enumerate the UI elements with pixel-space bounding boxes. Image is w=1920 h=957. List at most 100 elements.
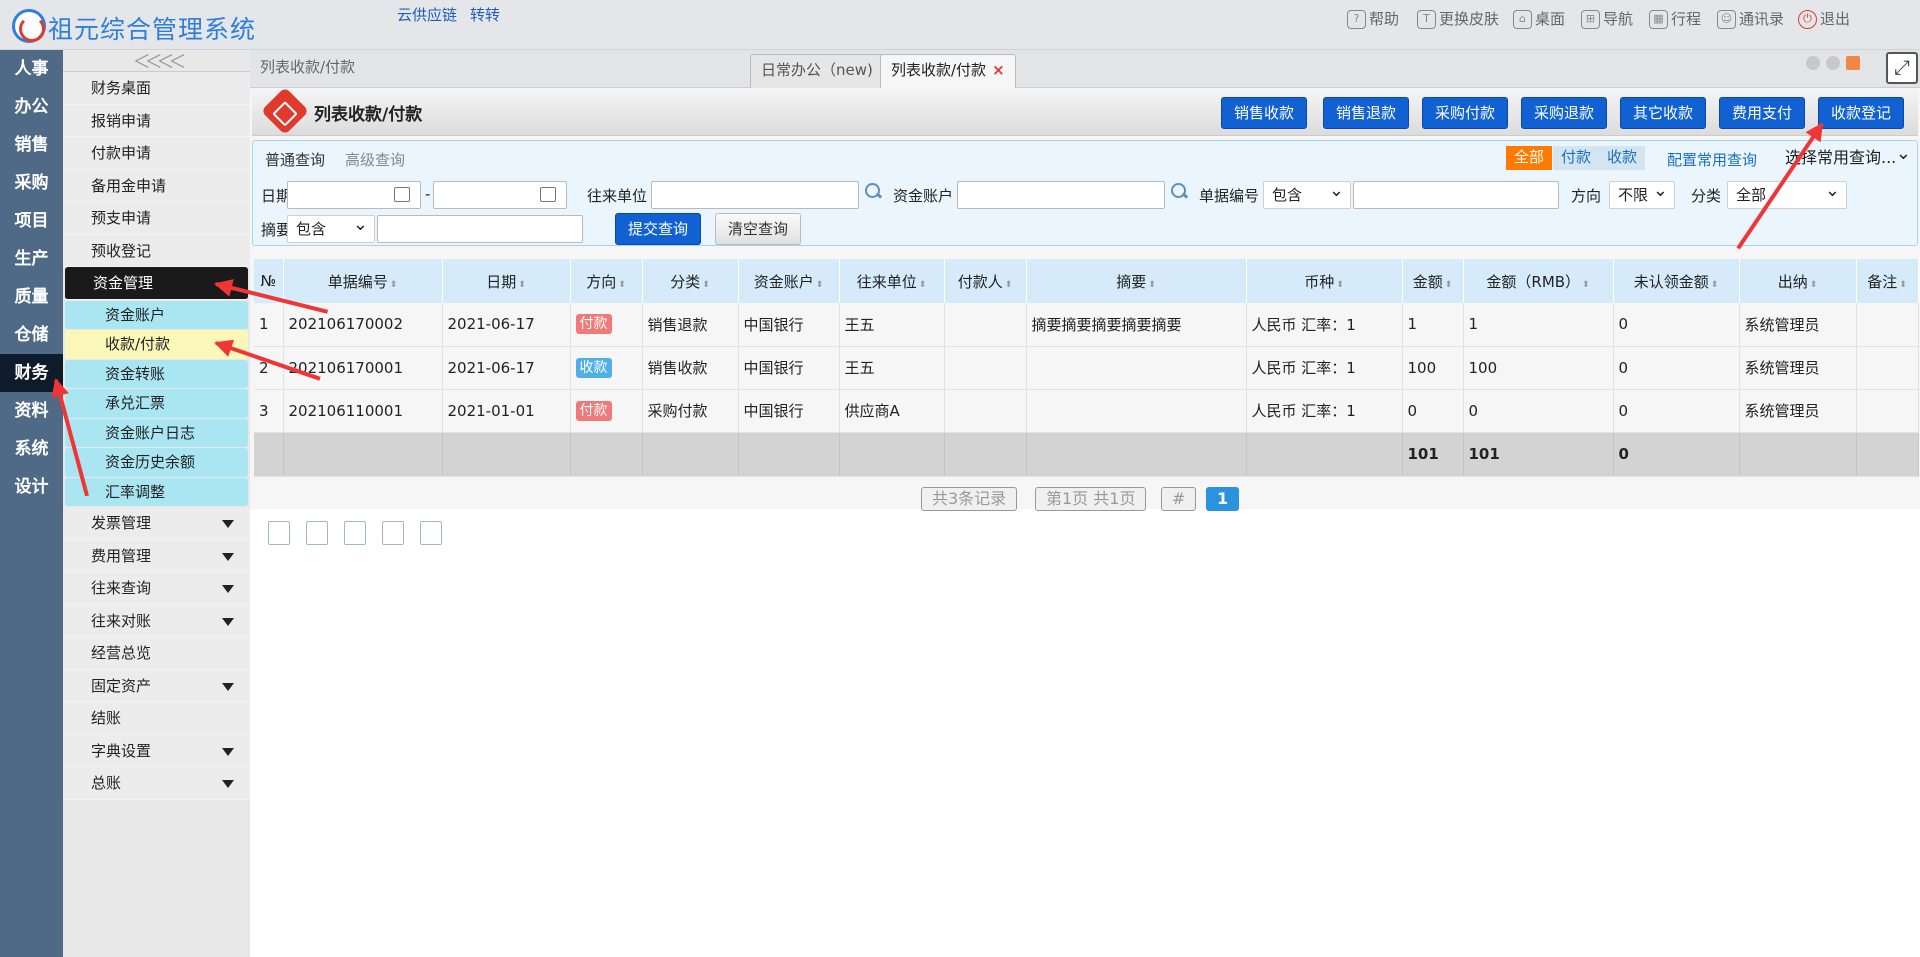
side-menu-item[interactable]: 备用金申请 <box>63 169 250 202</box>
column-header[interactable]: 日期 ⬍ <box>442 259 571 303</box>
module-nav-item[interactable]: 质量 <box>0 278 63 316</box>
filter-receipt[interactable]: 收款 <box>1599 146 1646 170</box>
module-nav-item[interactable]: 销售 <box>0 126 63 164</box>
clear-query-button[interactable]: 清空查询 <box>715 213 802 245</box>
collapse-menu-icon[interactable]: ＜＜ ＜＜ <box>63 50 250 73</box>
date-to-input[interactable] <box>433 181 567 209</box>
column-header[interactable]: 出纳 ⬍ <box>1739 259 1857 303</box>
account-search-icon[interactable] <box>1171 183 1189 201</box>
calendar-icon[interactable] <box>540 187 556 202</box>
side-menu-item[interactable]: 经营总览 <box>63 637 250 670</box>
summary-input[interactable] <box>377 215 583 243</box>
date-from-input[interactable] <box>287 181 421 209</box>
change-skin-button[interactable]: T 更换皮肤 <box>1417 8 1499 30</box>
summary-operator-select[interactable]: 包含 <box>287 212 375 243</box>
column-header[interactable]: 单据编号 ⬍ <box>283 259 443 303</box>
other-receipt-button[interactable]: 其它收款 <box>1620 97 1707 129</box>
side-menu-subitem[interactable]: 资金历史余额 <box>65 448 248 477</box>
tab-next-icon[interactable] <box>1826 56 1840 70</box>
side-menu-subitem[interactable]: 汇率调整 <box>65 477 248 506</box>
export-icon[interactable] <box>420 521 442 545</box>
module-nav-item[interactable]: 设计 <box>0 468 63 506</box>
sales-receipt-button[interactable]: 销售收款 <box>1221 97 1308 129</box>
navigation-button[interactable]: ⊞ 导航 <box>1581 8 1633 30</box>
side-menu-item[interactable]: 往来查询 <box>63 572 250 605</box>
column-header[interactable]: 金额 ⬍ <box>1402 259 1464 303</box>
submit-query-button[interactable]: 提交查询 <box>615 213 702 245</box>
table-row[interactable]: 2 202106170001 2021-06-17 收款 销售收款 中国银行 王五 人民币 汇… <box>254 346 1919 390</box>
contacts-button[interactable]: ☺ 通讯录 <box>1717 8 1784 30</box>
tab-menu-icon[interactable] <box>1846 56 1860 70</box>
page-1-button[interactable]: 1 <box>1206 487 1240 511</box>
side-menu-item[interactable]: 预支申请 <box>63 202 250 235</box>
module-nav-item[interactable]: 仓储 <box>0 316 63 354</box>
close-tab-icon[interactable]: × <box>992 61 1005 79</box>
direction-select[interactable]: 不限 <box>1609 178 1675 209</box>
tab-receipt-payment-list[interactable]: 列表收款/付款 × <box>880 54 1016 88</box>
side-menu-item[interactable]: 报销申请 <box>63 104 250 137</box>
document-icon[interactable] <box>306 521 328 545</box>
account-input[interactable] <box>957 181 1165 209</box>
page-jump-button[interactable]: # <box>1161 487 1197 511</box>
desktop-button[interactable]: ⌂ 桌面 <box>1513 8 1565 30</box>
schedule-button[interactable]: ▦ 行程 <box>1649 8 1701 30</box>
column-header[interactable]: 方向 ⬍ <box>570 259 643 303</box>
side-menu-item[interactable]: 结账 <box>63 702 250 735</box>
column-header[interactable]: 金额（RMB） ⬍ <box>1463 259 1614 303</box>
side-menu-subitem[interactable]: 承兑汇票 <box>65 389 248 418</box>
column-header[interactable]: 币种 ⬍ <box>1246 259 1403 303</box>
side-menu-item[interactable]: 字典设置 <box>63 734 250 767</box>
partner-search-icon[interactable] <box>865 183 883 201</box>
side-menu-subitem[interactable]: 资金转账 <box>65 359 248 388</box>
module-nav-item[interactable]: 生产 <box>0 240 63 278</box>
select-all-icon[interactable] <box>268 521 290 545</box>
partner-input[interactable] <box>651 181 859 209</box>
column-header[interactable]: 往来单位 ⬍ <box>839 259 945 303</box>
category-select[interactable]: 全部 <box>1727 178 1847 209</box>
side-menu-item[interactable]: 固定资产 <box>63 669 250 702</box>
column-header[interactable]: 付款人 ⬍ <box>944 259 1027 303</box>
tab-advanced-query[interactable]: 高级查询 <box>345 149 405 170</box>
side-menu-subitem[interactable]: 资金账户日志 <box>65 418 248 447</box>
column-header[interactable]: 分类 ⬍ <box>642 259 739 303</box>
sales-refund-button[interactable]: 销售退款 <box>1323 97 1410 129</box>
tab-normal-query[interactable]: 普通查询 <box>265 149 325 170</box>
side-menu-item[interactable]: 总账 <box>63 767 250 800</box>
link-cloud-supply-chain[interactable]: 云供应链 <box>397 4 457 25</box>
column-header[interactable]: 资金账户 ⬍ <box>738 259 840 303</box>
module-nav-item[interactable]: 系统 <box>0 430 63 468</box>
table-row[interactable]: 3 202106110001 2021-01-01 付款 采购付款 中国银行 供应商A 人民币… <box>254 389 1919 433</box>
edit-icon[interactable] <box>382 521 404 545</box>
side-menu-item[interactable]: 费用管理 <box>63 539 250 572</box>
module-nav-item[interactable]: 项目 <box>0 202 63 240</box>
filter-payment[interactable]: 付款 <box>1553 146 1600 170</box>
logout-button[interactable]: ⏻ 退出 <box>1798 8 1850 30</box>
config-common-query-link[interactable]: 配置常用查询 <box>1667 149 1757 170</box>
expense-payment-button[interactable]: 费用支付 <box>1719 97 1806 129</box>
side-menu-item[interactable]: 发票管理 <box>63 507 250 540</box>
link-zhuanzhuan[interactable]: 转转 <box>470 4 500 25</box>
table-row[interactable]: 1 202106170002 2021-06-17 付款 销售退款 中国银行 王五 摘要摘要摘… <box>254 303 1919 347</box>
column-header[interactable]: 未认领金额 ⬍ <box>1613 259 1740 303</box>
table-icon[interactable] <box>344 521 366 545</box>
fullscreen-button[interactable]: ⤢ <box>1886 52 1918 84</box>
column-header[interactable]: 摘要 ⬍ <box>1026 259 1247 303</box>
module-nav-item[interactable]: 采购 <box>0 164 63 202</box>
module-nav-item[interactable]: 人事 <box>0 50 63 88</box>
side-menu-item[interactable]: 预收登记 <box>63 234 250 267</box>
side-menu-item[interactable]: 往来对账 <box>63 604 250 637</box>
docno-input[interactable] <box>1353 181 1559 209</box>
module-nav-item[interactable]: 办公 <box>0 88 63 126</box>
purchase-refund-button[interactable]: 采购退款 <box>1521 97 1608 129</box>
receipt-register-button[interactable]: 收款登记 <box>1818 97 1905 129</box>
module-nav-item[interactable]: 资料 <box>0 392 63 430</box>
side-menu-item[interactable]: 财务桌面 <box>63 72 250 105</box>
docno-operator-select[interactable]: 包含 <box>1263 178 1351 209</box>
tab-prev-icon[interactable] <box>1806 56 1820 70</box>
side-menu-item[interactable]: 付款申请 <box>63 137 250 170</box>
help-button[interactable]: ? 帮助 <box>1347 8 1399 30</box>
tab-daily-office[interactable]: 日常办公（new) <box>750 54 884 88</box>
calendar-icon[interactable] <box>394 187 410 202</box>
column-header[interactable]: 备注 ⬍ <box>1856 259 1919 303</box>
purchase-payment-button[interactable]: 采购付款 <box>1422 97 1509 129</box>
